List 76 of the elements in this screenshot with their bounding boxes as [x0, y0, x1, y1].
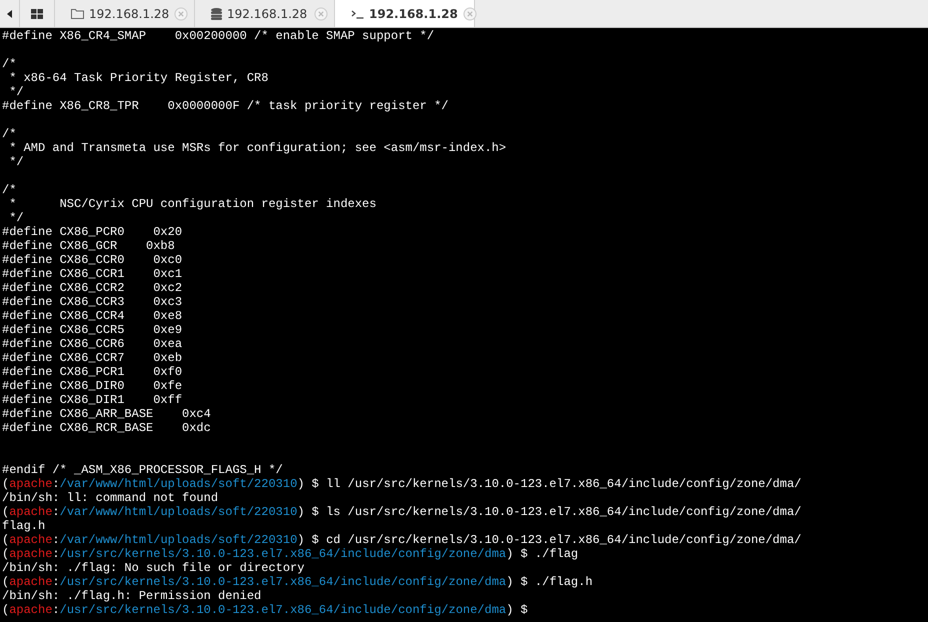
terminal-text: #define X86_CR4_SMAP 0x00200000 /* enable SMAP support */ — [2, 29, 434, 43]
terminal-text: * AMD and Transmeta use MSRs for configuration; see <asm/msr-index.h> — [8, 141, 506, 155]
terminal-text: : — [52, 505, 60, 519]
terminal-icon — [351, 8, 364, 18]
prompt-user: apache — [9, 547, 52, 561]
terminal-text: #define X86_CR8_TPR 0x0000000F /* task priority register */ — [2, 99, 448, 113]
terminal-text: ( — [2, 477, 10, 491]
prompt-user: apache — [9, 533, 52, 547]
terminal-text: #define CX86_DIR0 0xfe — [2, 379, 182, 393]
terminal-text: ) $ ls /usr/src/kernels/3.10.0-123.el7.x86_64/include/config/zone/dma/ — [297, 505, 802, 519]
terminal-text: flag.h — [2, 519, 46, 533]
terminal-text: /* — [2, 57, 16, 71]
prompt-path: /usr/src/kernels/3.10.0-123.el7.x86_64/include/config/zone/dma — [60, 547, 506, 561]
tab[interactable]: 192.168.1.28 — [335, 0, 475, 27]
terminal-text: #define CX86_CCR3 0xc3 — [2, 295, 182, 309]
terminal-text: : — [52, 547, 60, 561]
terminal-text: ) $ ./flag — [506, 547, 578, 561]
grid-icon — [31, 8, 43, 18]
close-tab-button[interactable] — [314, 6, 328, 20]
terminal-text: /* — [2, 183, 16, 197]
terminal-text: #define CX86_CCR4 0xe8 — [2, 309, 182, 323]
terminal-text: */ — [8, 211, 24, 225]
caret-left-icon — [7, 10, 12, 18]
terminal-text: */ — [8, 85, 24, 99]
terminal-text: /* — [2, 127, 16, 141]
terminal-text: * x86-64 Task Priority Register, CR8 — [8, 71, 268, 85]
terminal-text: #define CX86_CCR7 0xeb — [2, 351, 182, 365]
prompt-path: /var/www/html/uploads/soft/220310 — [60, 533, 298, 547]
terminal-text: : — [52, 575, 60, 589]
terminal-text: ( — [2, 533, 10, 547]
terminal-text: #define CX86_CCR1 0xc1 — [2, 267, 182, 281]
terminal-text: #define CX86_CCR5 0xe9 — [2, 323, 182, 337]
prompt-user: apache — [9, 505, 52, 519]
terminal-text: : — [52, 603, 60, 617]
prompt-user: apache — [9, 575, 52, 589]
terminal-text: #define CX86_CCR6 0xea — [2, 337, 182, 351]
terminal-text: ( — [2, 505, 10, 519]
terminal-text: #define CX86_DIR1 0xff — [2, 393, 182, 407]
terminal-text: #define CX86_PCR0 0x20 — [2, 225, 182, 239]
terminal-text: #define CX86_PCR1 0xf0 — [2, 365, 182, 379]
prompt-path: /usr/src/kernels/3.10.0-123.el7.x86_64/include/config/zone/dma — [60, 603, 506, 617]
database-icon — [211, 8, 222, 20]
terminal-text: #define CX86_ARR_BASE 0xc4 — [2, 407, 211, 421]
terminal-text: * NSC/Cyrix CPU configuration register indexes — [8, 197, 376, 211]
tab-label: 192.168.1.28 — [89, 6, 170, 20]
folder-icon — [71, 8, 84, 19]
terminal-text: ) $ — [506, 603, 528, 617]
terminal-text: #endif /* _ASM_X86_PROCESSOR_FLAGS_H */ — [2, 463, 283, 477]
terminal-text: ) $ ./flag.h — [506, 575, 593, 589]
terminal-text: #define CX86_GCR 0xb8 — [2, 239, 175, 253]
terminal-text: : — [52, 477, 60, 491]
tab-label: 192.168.1.28 — [369, 6, 458, 20]
terminal-text: #define CX86_RCR_BASE 0xdc — [2, 421, 211, 435]
close-icon — [314, 6, 328, 20]
terminal-text: ( — [2, 603, 10, 617]
terminal-text: /bin/sh: ./flag: No such file or directory — [2, 561, 304, 575]
terminal-text: ( — [2, 575, 10, 589]
terminal-text: /bin/sh: ll: command not found — [2, 491, 218, 505]
prompt-path: /var/www/html/uploads/soft/220310 — [60, 505, 298, 519]
terminal-text: ( — [2, 547, 10, 561]
prompt-path: /usr/src/kernels/3.10.0-123.el7.x86_64/include/config/zone/dma — [60, 575, 506, 589]
prompt-user: apache — [9, 603, 52, 617]
terminal-text: ) $ cd /usr/src/kernels/3.10.0-123.el7.x86_64/include/config/zone/dma/ — [297, 533, 802, 547]
terminal-text: #define CX86_CCR0 0xc0 — [2, 253, 182, 267]
prompt-path: /var/www/html/uploads/soft/220310 — [60, 477, 298, 491]
close-tab-button[interactable] — [174, 6, 188, 20]
terminal-text: ) $ ll /usr/src/kernels/3.10.0-123.el7.x86_64/include/config/zone/dma/ — [297, 477, 802, 491]
prompt-user: apache — [9, 477, 52, 491]
tab-label: 192.168.1.28 — [227, 6, 308, 20]
terminal-text: /bin/sh: ./flag.h: Permission denied — [2, 589, 262, 603]
close-icon — [462, 6, 477, 20]
close-icon — [174, 6, 188, 20]
close-tab-button[interactable] — [462, 6, 477, 20]
terminal-text: #define CX86_CCR2 0xc2 — [2, 281, 182, 295]
terminal-text: */ — [8, 155, 24, 169]
terminal-text: : — [52, 533, 60, 547]
